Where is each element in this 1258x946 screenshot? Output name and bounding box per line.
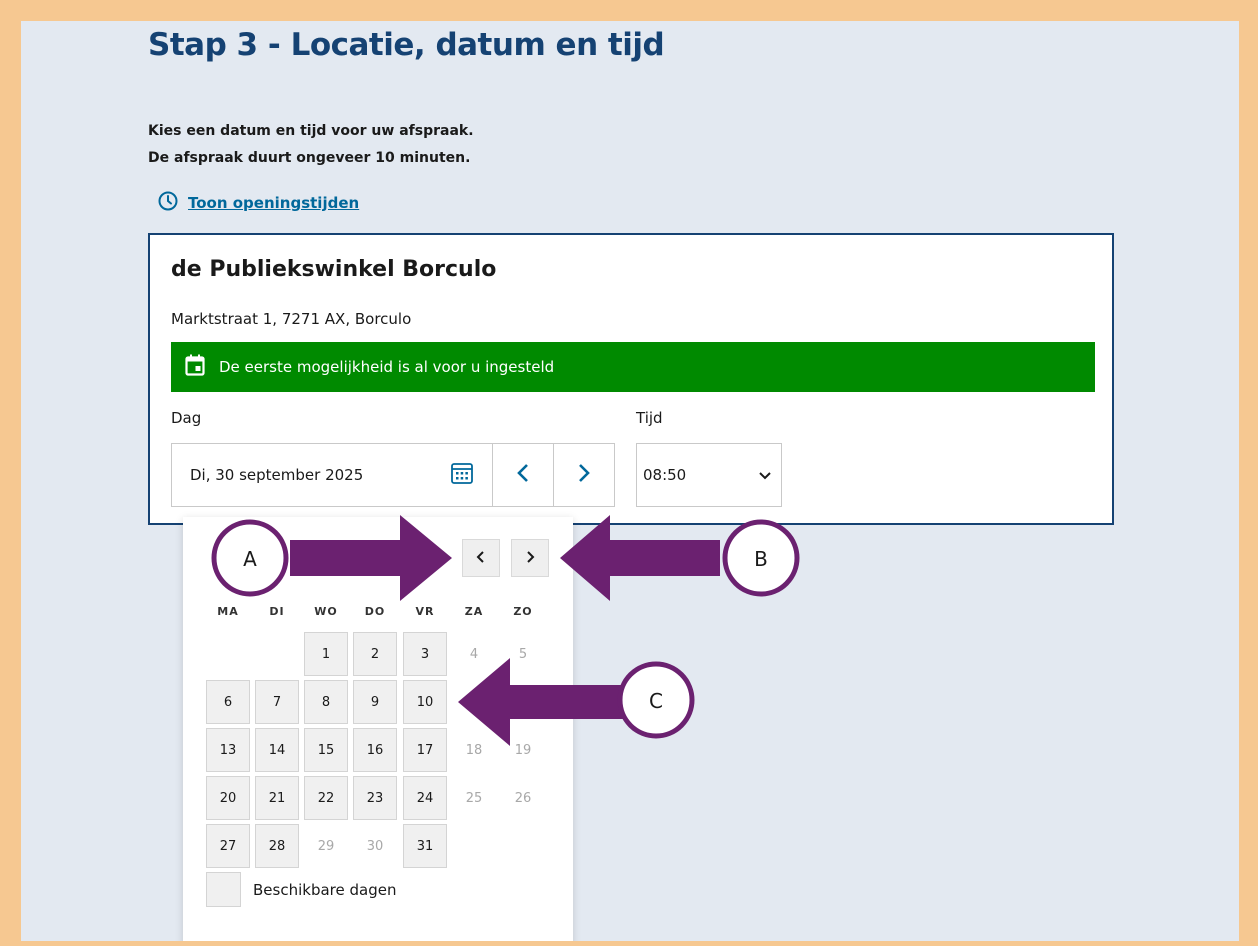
calendar-day-unavailable: 26 [514,790,532,806]
calendar-day-available[interactable]: 21 [255,776,299,820]
weekday-header: ZO [513,605,533,618]
page-frame: Stap 3 - Locatie, datum en tijd Kies een… [21,21,1239,941]
calendar-day-available[interactable]: 20 [206,776,250,820]
calendar-day-available[interactable]: 2 [353,632,397,676]
weekday-header: MA [217,605,239,618]
calendar-picker-icon[interactable] [450,461,474,489]
calendar-day-available[interactable]: 14 [255,728,299,772]
chevron-right-icon [577,463,591,487]
calendar-day-unavailable: 25 [465,790,483,806]
calendar-day-available[interactable]: 1 [304,632,348,676]
chevron-right-icon [525,549,535,568]
date-value: Di, 30 september 2025 [190,466,364,484]
chevron-down-icon [759,466,771,484]
chevron-left-icon [516,463,530,487]
page-title: Stap 3 - Locatie, datum en tijd [148,27,665,63]
calendar-day-available[interactable]: 22 [304,776,348,820]
previous-day-button[interactable] [493,443,554,507]
calendar-day-available[interactable]: 28 [255,824,299,868]
legend-label: Beschikbare dagen [253,880,397,899]
calendar-day-unavailable: 19 [514,742,532,758]
intro-line-1: Kies een datum en tijd voor uw afspraak. [148,123,474,139]
date-picker: Di, 30 september 2025 [171,443,615,507]
opening-hours-link[interactable]: Toon openingstijden [158,191,359,215]
calendar-day-unavailable: 30 [366,838,384,854]
location-card: de Publiekswinkel Borculo Marktstraat 1,… [148,233,1114,525]
chevron-left-icon [476,549,486,568]
intro-text: Kies een datum en tijd voor uw afspraak.… [148,118,474,172]
calendar-day-available[interactable]: 23 [353,776,397,820]
calendar-icon [185,354,205,380]
next-day-button[interactable] [554,443,615,507]
calendar-popup: Beschikbare dagen MA DI WO DO VR ZA ZO 1 2 3 4 5 6 7 8… [183,517,573,941]
first-availability-banner: De eerste mogelijkheid is al voor u inge… [171,342,1095,392]
weekday-header: DO [364,605,386,618]
day-label: Dag [171,409,202,427]
previous-month-button[interactable] [462,539,500,577]
calendar-day-available[interactable]: 15 [304,728,348,772]
calendar-day-available[interactable]: 24 [403,776,447,820]
weekday-header: VR [415,605,435,618]
calendar-day-available[interactable]: 10 [403,680,447,724]
time-select[interactable]: 08:50 [636,443,782,507]
next-month-button[interactable] [511,539,549,577]
calendar-day-available[interactable]: 27 [206,824,250,868]
calendar-day-available[interactable]: 31 [403,824,447,868]
banner-text: De eerste mogelijkheid is al voor u inge… [219,358,555,376]
weekday-header: ZA [464,605,484,618]
time-value: 08:50 [643,466,687,484]
calendar-day-unavailable: 18 [465,742,483,758]
calendar-day-available[interactable]: 13 [206,728,250,772]
location-address: Marktstraat 1, 7271 AX, Borculo [171,310,412,328]
date-input[interactable]: Di, 30 september 2025 [171,443,493,507]
calendar-day-available[interactable]: 16 [353,728,397,772]
calendar-day-unavailable: 5 [518,646,528,662]
weekday-header: WO [314,605,338,618]
opening-hours-link-label: Toon openingstijden [188,194,360,212]
legend-swatch [206,872,241,907]
calendar-day-available[interactable]: 17 [403,728,447,772]
calendar-day-available[interactable]: 6 [206,680,250,724]
calendar-day-available[interactable]: 9 [353,680,397,724]
time-label: Tijd [636,409,663,427]
intro-line-2: De afspraak duurt ongeveer 10 minuten. [148,150,471,166]
calendar-day-available[interactable]: 8 [304,680,348,724]
location-name: de Publiekswinkel Borculo [171,257,497,282]
clock-icon [158,191,178,215]
calendar-day-unavailable: 29 [317,838,335,854]
calendar-day-available[interactable]: 7 [255,680,299,724]
calendar-legend: Beschikbare dagen [206,872,396,907]
weekday-header: DI [269,605,285,618]
calendar-day-unavailable: 4 [469,646,479,662]
calendar-day-available[interactable]: 3 [403,632,447,676]
